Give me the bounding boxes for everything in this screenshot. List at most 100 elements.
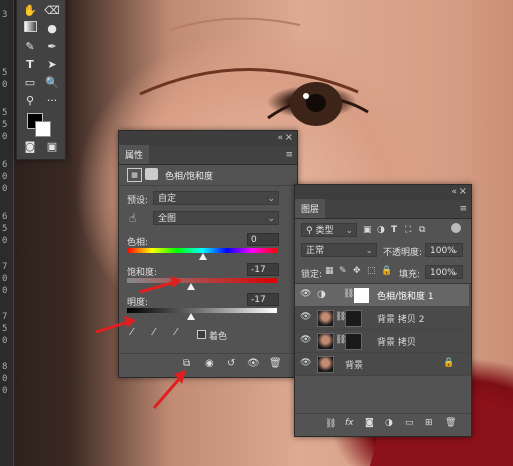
hue-slider-thumb[interactable] xyxy=(199,253,207,260)
saturation-label: 饱和度: xyxy=(127,268,158,278)
preset-dropdown[interactable]: 自定 ⌄ xyxy=(153,191,279,205)
layers-panel: « × 图层 ≡ ⚲ 类型 ⌄ ▣ ◑ T ⛶ ⧉ 正常 ⌄ 不透明度: 100% ⌄… xyxy=(294,184,472,437)
screen-mode-icon[interactable]: ▣ xyxy=(43,139,61,155)
zoom-icon[interactable]: 🔍 xyxy=(43,75,61,91)
close-icon[interactable]: × xyxy=(285,132,293,143)
tab-layers[interactable]: 图层 xyxy=(295,199,326,218)
mask-icon[interactable] xyxy=(145,168,158,180)
tab-properties[interactable]: 属性 xyxy=(119,145,150,164)
saturation-slider-track[interactable] xyxy=(127,278,277,283)
layer-row[interactable]: 👁 ◑ ⛓ 色相/饱和度 1 xyxy=(295,284,469,307)
folder-icon[interactable]: ▭ xyxy=(405,418,414,428)
brush-icon[interactable]: ✎ xyxy=(21,39,39,55)
colorize-checkbox[interactable] xyxy=(197,330,206,339)
pen-icon[interactable]: ✒ xyxy=(43,39,61,55)
panel-menu-icon[interactable]: ≡ xyxy=(459,204,467,214)
ruler-mark: 3 xyxy=(2,10,8,20)
properties-panel: « × 属性 ≡ ▦ 色相/饱和度 预设: 自定 ⌄ ☝ 全图 ⌄ 色相: 0 饱和… xyxy=(118,130,298,378)
eye-icon[interactable]: 👁 xyxy=(300,335,311,345)
fill-field[interactable]: 100% ⌄ xyxy=(425,265,463,279)
gradient-icon[interactable] xyxy=(21,21,39,37)
layer-mask-thumbnail[interactable] xyxy=(345,310,362,327)
layer-row[interactable]: 👁 ⛓ 背景 拷贝 2 xyxy=(295,307,469,330)
lightness-slider-track[interactable] xyxy=(127,308,277,313)
ruler-mark: 5 xyxy=(2,120,8,130)
layer-row[interactable]: 👁 ⛓ 背景 拷贝 xyxy=(295,330,469,353)
quick-mask-icon[interactable]: ◙ xyxy=(21,139,39,155)
layer-name: 背景 拷贝 xyxy=(377,338,416,348)
collapse-icon[interactable]: « xyxy=(277,133,283,143)
hue-label: 色相: xyxy=(127,238,149,248)
saturation-slider-thumb[interactable] xyxy=(187,283,195,290)
ruler-mark: 0 xyxy=(2,286,8,296)
layer-thumbnail xyxy=(317,310,334,327)
link-layers-icon[interactable]: ⛓ xyxy=(325,419,336,429)
lightness-slider-thumb[interactable] xyxy=(187,313,195,320)
lightness-value-field[interactable]: -17 xyxy=(247,293,279,306)
eyedropper-minus-icon[interactable]: ⁄ xyxy=(175,327,177,338)
delete-icon[interactable]: 🗑 xyxy=(445,418,456,428)
ruler-mark: 0 xyxy=(2,132,8,142)
hand-icon[interactable]: ✋ xyxy=(21,3,39,19)
eyedropper-plus-icon[interactable]: ⁄ xyxy=(153,327,155,338)
saturation-value-field[interactable]: -17 xyxy=(247,263,279,276)
reset-icon[interactable]: ↺ xyxy=(227,358,235,369)
adjustment-layer-icon[interactable]: ◑ xyxy=(385,418,393,428)
layer-mask-thumbnail[interactable] xyxy=(353,287,370,304)
visibility-eye-icon[interactable]: 👁 xyxy=(247,358,260,369)
layers-tab-row: 图层 ≡ xyxy=(295,199,471,219)
eraser-icon[interactable]: ⌫ xyxy=(43,3,61,19)
smart-object-filter-icon[interactable]: ⧉ xyxy=(419,225,425,235)
eye-icon[interactable]: 👁 xyxy=(300,358,311,368)
path-select-icon[interactable]: ➤ xyxy=(43,57,61,73)
hue-value-field[interactable]: 0 xyxy=(247,233,279,246)
lock-all-icon[interactable]: 🔒 xyxy=(381,266,392,276)
eye-icon[interactable]: 👁 xyxy=(300,312,311,322)
collapse-icon[interactable]: « xyxy=(451,187,457,197)
preset-label: 预设: xyxy=(127,196,149,206)
layer-mask-thumbnail[interactable] xyxy=(345,333,362,350)
type-icon[interactable]: T xyxy=(21,57,39,73)
close-icon[interactable]: × xyxy=(459,186,467,197)
add-mask-icon[interactable]: ◙ xyxy=(365,418,374,428)
background-color-swatch[interactable] xyxy=(35,121,51,137)
layer-filter-dropdown[interactable]: ⚲ 类型 ⌄ xyxy=(301,223,357,237)
pixel-filter-icon[interactable]: ▣ xyxy=(363,225,372,235)
ruler-mark: 7 xyxy=(2,312,8,322)
drop-icon[interactable]: ● xyxy=(43,21,61,37)
lock-pixels-icon[interactable]: ✎ xyxy=(339,266,347,276)
eyedropper-icon[interactable]: ⁄ xyxy=(131,327,133,338)
target-adjust-icon[interactable]: ☝ xyxy=(129,211,136,225)
new-layer-icon[interactable]: ⊞ xyxy=(425,418,433,428)
adjustment-header: ▦ 色相/饱和度 xyxy=(119,165,297,186)
ruler-mark: 0 xyxy=(2,336,8,346)
layer-row[interactable]: 👁 背景 🔒 xyxy=(295,353,469,376)
properties-title-bar[interactable]: « × xyxy=(119,131,297,146)
opacity-field[interactable]: 100% ⌄ xyxy=(425,243,463,257)
type-filter-icon[interactable]: T xyxy=(391,225,397,235)
eye-icon[interactable]: 👁 xyxy=(300,289,311,299)
filter-toggle-icon[interactable] xyxy=(451,223,461,233)
delete-icon[interactable]: 🗑 xyxy=(269,358,282,369)
lock-position-icon[interactable]: ✥ xyxy=(353,266,361,276)
shape-filter-icon[interactable]: ⛶ xyxy=(405,225,411,235)
adjustment-icon: ▦ xyxy=(127,168,142,182)
panel-menu-icon[interactable]: ≡ xyxy=(285,150,293,160)
adjustment-filter-icon[interactable]: ◑ xyxy=(377,225,385,235)
layers-title-bar[interactable]: « × xyxy=(295,185,471,200)
blend-mode-dropdown[interactable]: 正常 ⌄ xyxy=(301,243,377,257)
channel-dropdown[interactable]: 全图 ⌄ xyxy=(153,211,279,225)
more-icon[interactable]: ··· xyxy=(43,93,61,109)
lock-transparency-icon[interactable]: ▦ xyxy=(325,266,334,276)
clip-to-layer-icon[interactable]: ⧉ xyxy=(183,358,190,369)
fx-icon[interactable]: fx xyxy=(345,418,354,428)
rectangle-icon[interactable]: ▭ xyxy=(21,75,39,91)
fill-label: 填充: xyxy=(399,270,421,280)
view-previous-icon[interactable]: ◉ xyxy=(205,358,214,369)
chevron-down-icon: ⌄ xyxy=(267,214,275,224)
layers-list: 👁 ◑ ⛓ 色相/饱和度 1 👁 ⛓ 背景 拷贝 2 👁 ⛓ 背景 拷贝 👁 背… xyxy=(295,283,471,376)
search-icon[interactable]: ⚲ xyxy=(21,93,39,109)
ruler-mark: 5 xyxy=(2,68,8,78)
lock-artboard-icon[interactable]: ⬚ xyxy=(367,266,376,276)
search-icon: ⚲ xyxy=(306,226,313,236)
